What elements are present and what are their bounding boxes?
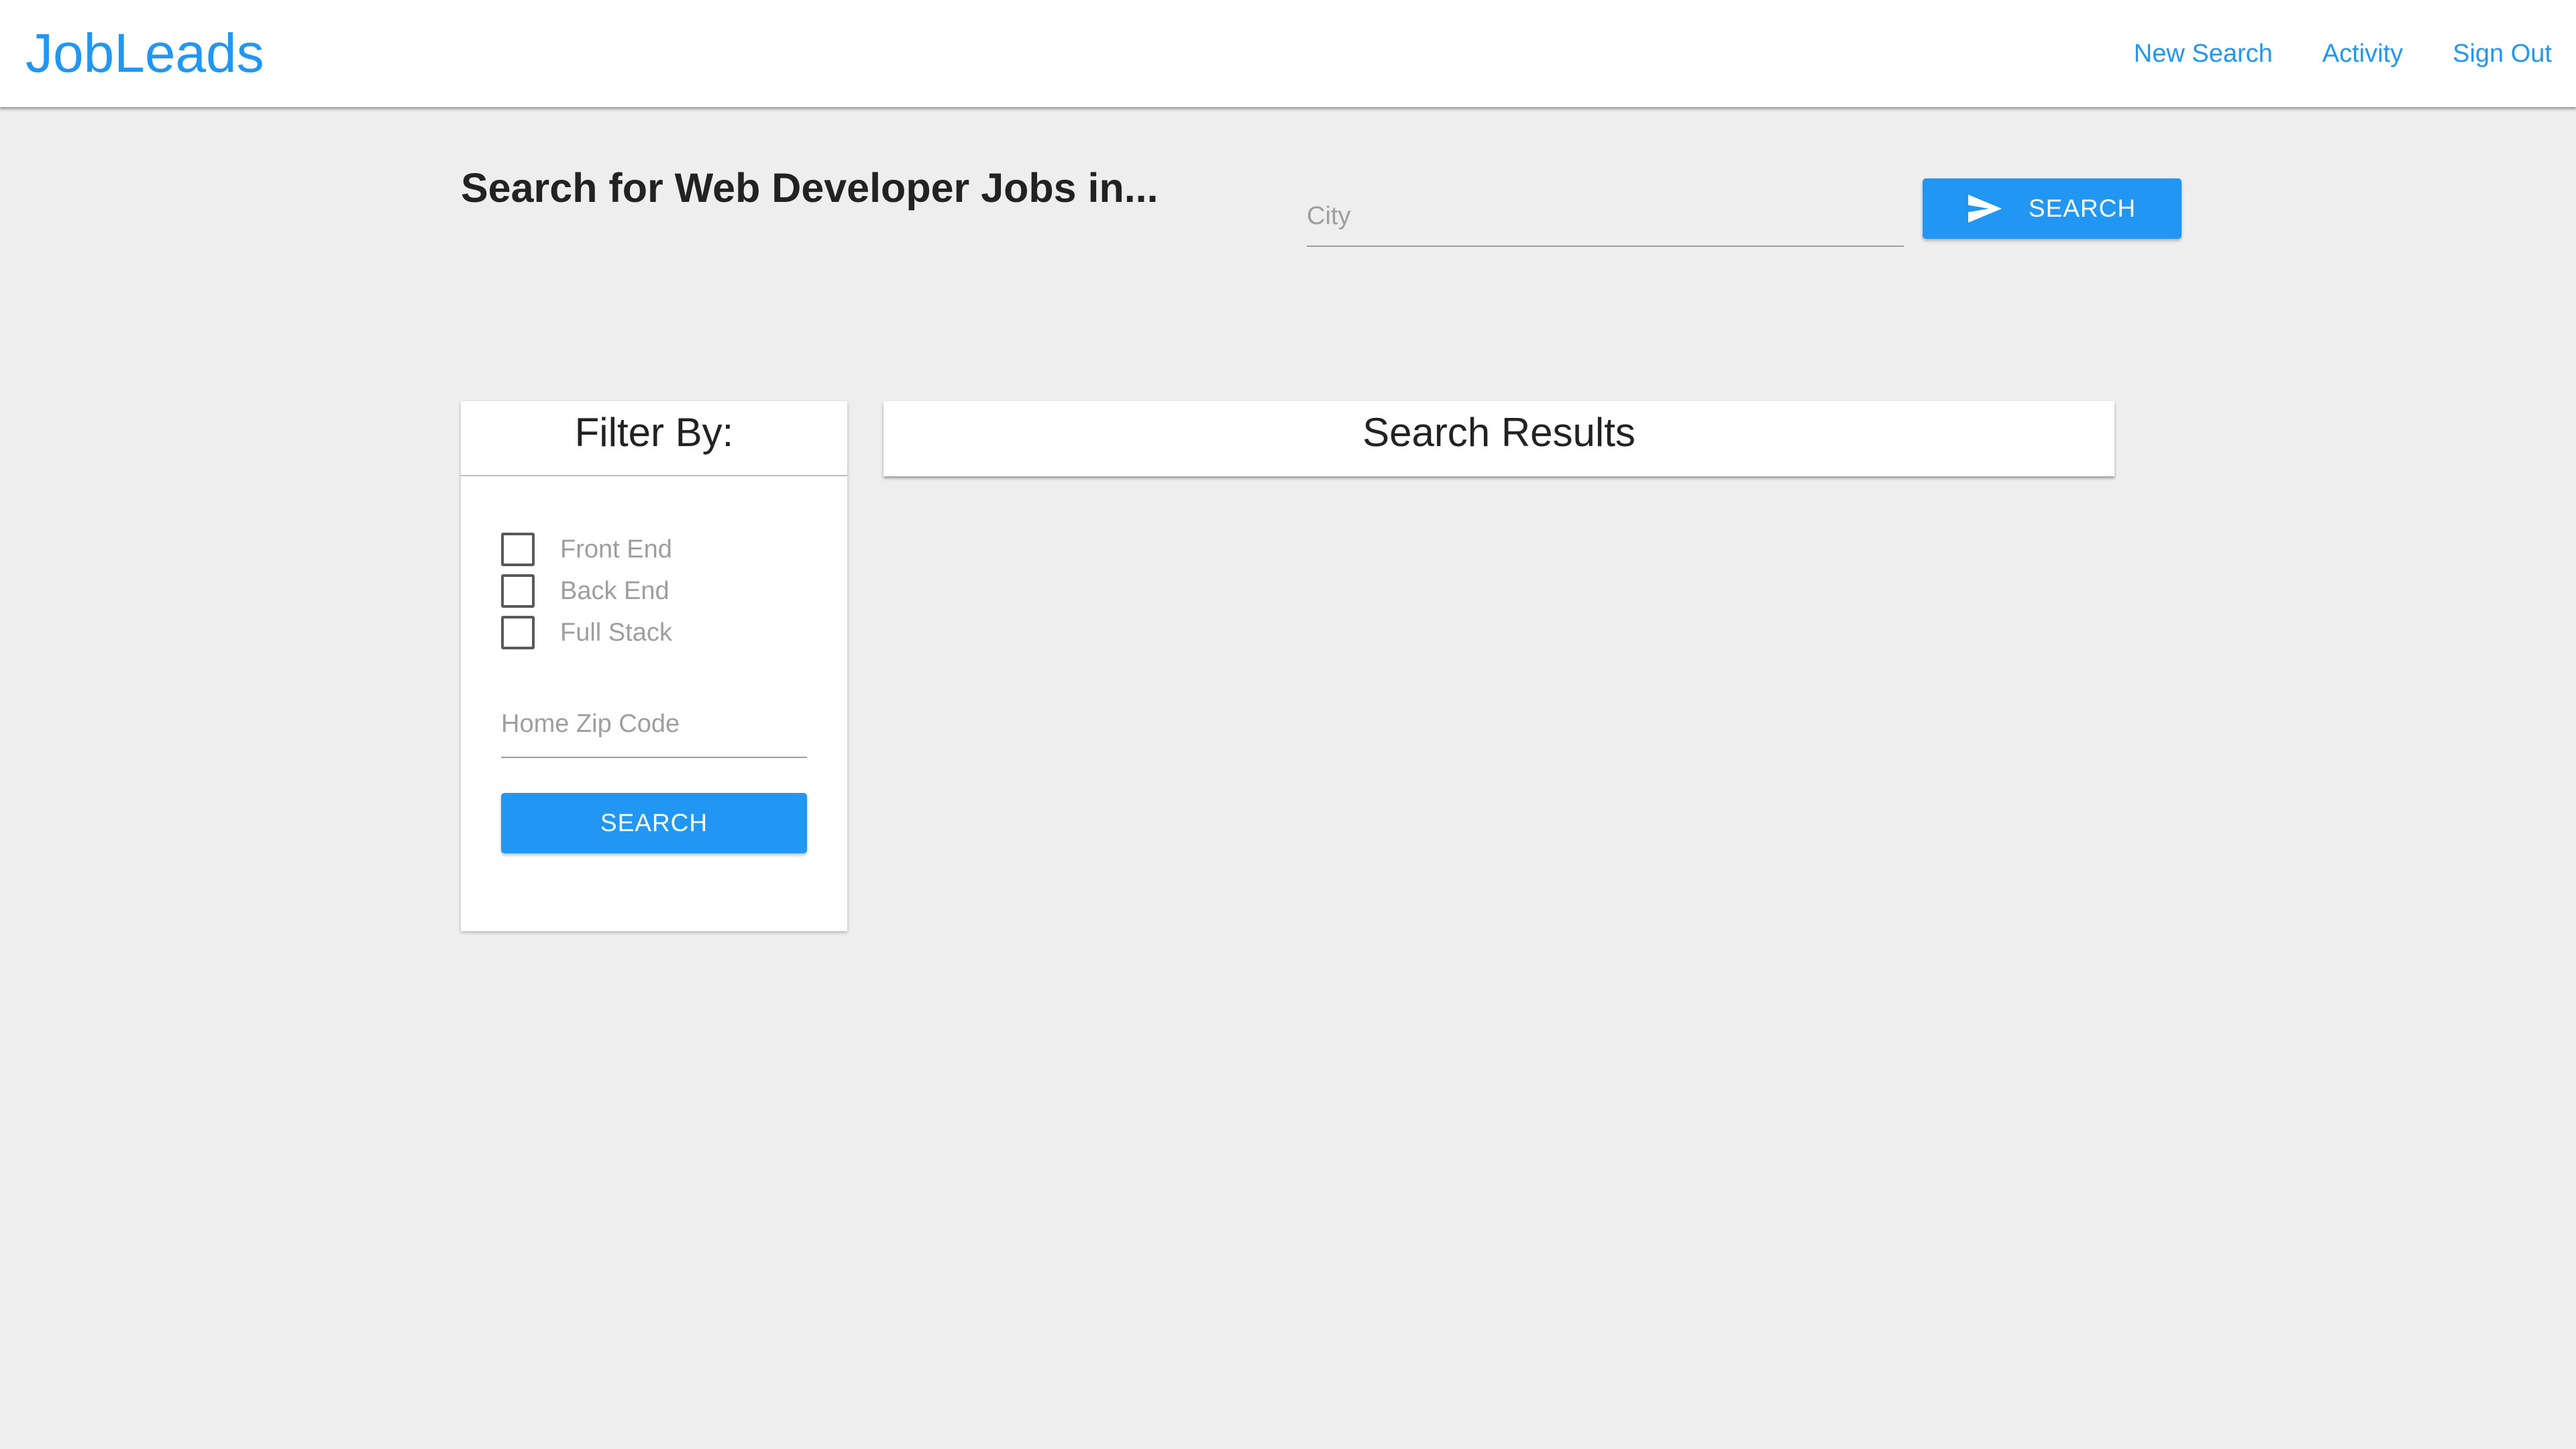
search-button[interactable]: SEARCH [1923, 178, 2182, 239]
results-title: Search Results [1362, 410, 1635, 455]
checkbox-back-end[interactable] [501, 574, 535, 608]
filter-title: Filter By: [461, 401, 847, 476]
search-heading: Search for Web Developer Jobs in... [461, 165, 1159, 211]
filter-option-front-end[interactable]: Front End [501, 529, 672, 570]
checkbox-front-end[interactable] [501, 533, 535, 566]
city-input[interactable] [1307, 186, 1904, 247]
checkbox-full-stack[interactable] [501, 616, 535, 649]
nav-link-sign-out[interactable]: Sign Out [2453, 38, 2552, 70]
filter-search-button[interactable]: SEARCH [501, 793, 807, 853]
filter-option-full-stack[interactable]: Full Stack [501, 612, 672, 653]
send-icon [1968, 195, 2002, 223]
navbar: JobLeads New Search Activity Sign Out [0, 0, 2576, 107]
nav-link-activity[interactable]: Activity [2322, 38, 2403, 70]
brand-logo[interactable]: JobLeads [25, 21, 264, 86]
checkbox-label: Back End [560, 576, 669, 605]
checkbox-label: Front End [560, 535, 672, 564]
filter-option-back-end[interactable]: Back End [501, 570, 672, 612]
nav-links: New Search Activity Sign Out [2134, 38, 2552, 70]
checkbox-label: Full Stack [560, 618, 672, 647]
nav-link-new-search[interactable]: New Search [2134, 38, 2273, 70]
filter-options: Front End Back End Full Stack [501, 529, 672, 653]
search-button-label: SEARCH [2028, 195, 2137, 222]
filter-card: Filter By: Front End Back End Full Stack… [461, 401, 847, 931]
results-card: Search Results [883, 401, 2114, 476]
zip-code-input[interactable] [501, 691, 807, 758]
